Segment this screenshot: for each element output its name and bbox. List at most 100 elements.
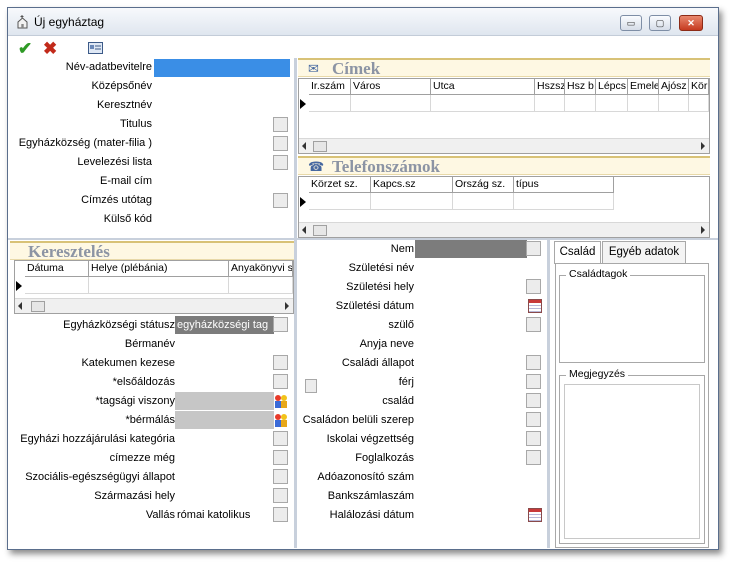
titulus-dropdown-button[interactable] (273, 117, 288, 132)
szuletesi-nev-input[interactable] (415, 259, 543, 277)
szarmazasi-hely-input[interactable] (175, 487, 274, 505)
ok-check-icon[interactable]: ✔ (18, 40, 32, 57)
column-header[interactable]: Dátuma (25, 261, 89, 277)
szulo-dropdown-button[interactable] (526, 317, 541, 332)
anyja-neve-input[interactable] (415, 335, 543, 353)
egyhazkozseg-dropdown-button[interactable] (273, 136, 288, 151)
scroll-thumb[interactable] (313, 225, 327, 236)
people-lookup-icon[interactable] (273, 393, 289, 409)
szuletesi-datum-input[interactable] (415, 297, 527, 315)
scroll-left-icon[interactable] (302, 226, 306, 234)
grid-cell[interactable] (453, 193, 514, 210)
grid-cell[interactable] (351, 95, 431, 112)
scroll-right-icon[interactable] (701, 142, 705, 150)
cimzes-utotag-input[interactable] (154, 192, 274, 210)
column-header[interactable]: Utca (431, 79, 535, 95)
ferj-dropdown-button[interactable] (526, 374, 541, 389)
szarmazasi-hely-dropdown-button[interactable] (273, 488, 288, 503)
maximize-button[interactable]: ▢ (649, 15, 671, 31)
grid-cell[interactable] (89, 277, 229, 294)
right-splitter[interactable] (547, 240, 550, 548)
szuletesi-hely-input[interactable] (415, 278, 527, 296)
column-header[interactable]: Helye (plébánia) (89, 261, 229, 277)
column-header[interactable]: Ország sz. (453, 177, 514, 193)
grid-cell[interactable] (25, 277, 89, 294)
grid-cell[interactable] (535, 95, 565, 112)
scroll-right-icon[interactable] (285, 302, 289, 310)
column-header[interactable]: Körzet sz. (309, 177, 371, 193)
keresztnev-input[interactable] (154, 97, 290, 115)
scroll-thumb[interactable] (313, 141, 327, 152)
bermanev-input[interactable] (175, 335, 290, 353)
cancel-x-icon[interactable]: ✖ (43, 40, 57, 57)
egyhazkozsegi-statusz-dropdown-button[interactable] (273, 317, 288, 332)
column-header[interactable]: Hsz b (565, 79, 596, 95)
halalozasi-datum-input[interactable] (415, 506, 527, 524)
cimezze-meg-dropdown-button[interactable] (273, 450, 288, 465)
kozepsonev-input[interactable] (154, 78, 290, 96)
column-header[interactable]: Ajósz (659, 79, 689, 95)
nem-dropdown-button[interactable] (526, 241, 541, 256)
vallas-dropdown-button[interactable] (273, 507, 288, 522)
ferj-select-button[interactable] (305, 379, 317, 393)
column-header[interactable]: típus (514, 177, 614, 193)
titulus-input[interactable] (154, 116, 274, 134)
vertical-splitter[interactable] (294, 58, 297, 548)
grid-cell[interactable] (309, 95, 351, 112)
csalad-input[interactable] (415, 392, 527, 410)
kereszteles-horizontal-scrollbar[interactable] (15, 298, 293, 313)
tagsagi-viszony-input[interactable] (175, 392, 274, 410)
grid-cell[interactable] (371, 193, 453, 210)
kulso-kod-input[interactable] (154, 211, 290, 229)
csaladon-beluli-szerep-input[interactable] (415, 411, 527, 429)
megjegyzes-textarea[interactable] (564, 384, 700, 539)
ferj-input[interactable] (415, 373, 527, 391)
column-header[interactable]: Kapcs.sz (371, 177, 453, 193)
scroll-thumb[interactable] (31, 301, 45, 312)
calendar-icon[interactable] (528, 508, 542, 522)
egyhazkozsegi-statusz-input[interactable]: egyházközségi tag (175, 316, 274, 334)
szocialis-allapot-dropdown-button[interactable] (273, 469, 288, 484)
kereszteles-grid[interactable]: Dátuma Helye (plébánia) Anyakönyvi s (14, 260, 294, 314)
grid-cell[interactable] (689, 95, 709, 112)
column-header[interactable]: Kör (689, 79, 709, 95)
csalad-dropdown-button[interactable] (526, 393, 541, 408)
grid-cell[interactable] (565, 95, 596, 112)
csaladi-allapot-dropdown-button[interactable] (526, 355, 541, 370)
column-header[interactable]: Ir.szám (309, 79, 351, 95)
grid-cell[interactable] (659, 95, 689, 112)
people-lookup-icon[interactable] (273, 412, 289, 428)
nem-input[interactable] (415, 240, 527, 258)
scroll-left-icon[interactable] (302, 142, 306, 150)
bermalas-input[interactable] (175, 411, 274, 429)
szulo-input[interactable] (415, 316, 527, 334)
grid-cell[interactable] (596, 95, 628, 112)
cimzes-utotag-dropdown-button[interactable] (273, 193, 288, 208)
column-header[interactable]: Emele (628, 79, 659, 95)
elsoaldozas-input[interactable] (175, 373, 274, 391)
hozzajarulasi-kategoria-input[interactable] (175, 430, 274, 448)
csaladi-allapot-input[interactable] (415, 354, 527, 372)
csaladtagok-list[interactable] (564, 284, 700, 358)
card-icon[interactable] (88, 42, 105, 56)
telefon-grid[interactable]: Körzet sz. Kapcs.sz Ország sz. típus (298, 176, 710, 238)
vallas-input[interactable]: római katolikus (175, 506, 274, 524)
hozzajarulasi-kategoria-dropdown-button[interactable] (273, 431, 288, 446)
horizontal-splitter[interactable] (8, 238, 718, 240)
grid-cell[interactable] (514, 193, 614, 210)
cimezze-meg-input[interactable] (175, 449, 274, 467)
cimek-horizontal-scrollbar[interactable] (299, 138, 709, 153)
grid-cell[interactable] (229, 277, 293, 294)
levelezesi-lista-input[interactable] (154, 154, 274, 172)
scroll-left-icon[interactable] (18, 302, 22, 310)
foglalkozas-input[interactable] (415, 449, 527, 467)
grid-cell[interactable] (431, 95, 535, 112)
email-input[interactable] (154, 173, 290, 191)
nev-input[interactable] (154, 59, 290, 77)
column-header[interactable]: Város (351, 79, 431, 95)
csaladon-beluli-szerep-dropdown-button[interactable] (526, 412, 541, 427)
minimize-button[interactable]: ▭ (620, 15, 642, 31)
grid-cell[interactable] (309, 193, 371, 210)
column-header[interactable]: Hszsz (535, 79, 565, 95)
close-button[interactable]: ✕ (679, 15, 703, 31)
